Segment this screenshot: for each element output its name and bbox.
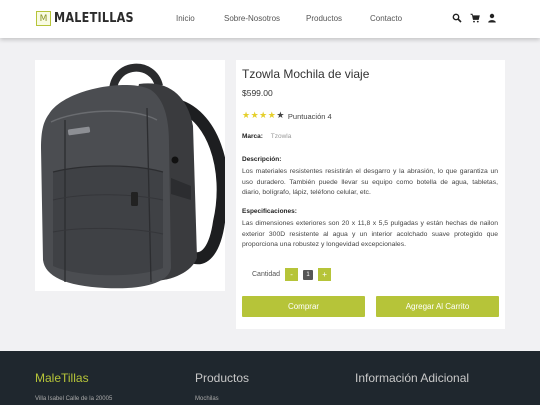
specs-label: Especificaciones: [242, 208, 297, 215]
quantity-stepper: Cantidad - 1 + [252, 268, 332, 281]
star-icon: ★ [250, 111, 259, 121]
nav-link-sobre-nosotros[interactable]: Sobre-Nosotros [224, 14, 280, 23]
logo-mark: M [36, 11, 51, 26]
footer-info-title: Información Adicional [355, 371, 470, 385]
footer-products-title: Productos [195, 371, 250, 385]
user-icon[interactable] [487, 13, 497, 23]
product-info-card: Tzowla Mochila de viaje $599.00 ★ ★ ★ ★ … [236, 60, 505, 329]
product-image [35, 60, 229, 291]
footer-products-first[interactable]: Mochilas [195, 396, 219, 402]
nav-link-productos[interactable]: Productos [306, 14, 342, 23]
quantity-label: Cantidad [252, 271, 281, 278]
brand-label: Marca: [242, 133, 263, 140]
product-title: Tzowla Mochila de viaje [242, 67, 370, 81]
star-icon: ★ [242, 111, 251, 121]
quantity-value: 1 [303, 269, 314, 280]
search-icon[interactable] [452, 13, 462, 23]
logo-text: MALETILLAS [54, 11, 134, 26]
rating: ★ ★ ★ ★ ★ Puntuación 4 [242, 111, 332, 121]
description-text: Los materiales resistentes resistirán el… [242, 168, 498, 196]
quantity-decrease-button[interactable]: - [285, 268, 299, 281]
quantity-increase-button[interactable]: + [318, 268, 332, 281]
nav-link-contacto[interactable]: Contacto [370, 14, 402, 23]
brand-value: Tzowla [270, 133, 292, 140]
backpack-image [41, 63, 229, 289]
brand-row: Marca: Tzowla [242, 133, 291, 140]
star-icon: ★ [259, 111, 268, 121]
star-empty-icon: ★ [276, 111, 285, 121]
description-label: Descripción: [242, 156, 282, 163]
footer-brand: MaleTillas [35, 371, 89, 385]
footer-address: Villa Isabel Calle de la 20005 [35, 396, 113, 402]
star-icon: ★ [267, 111, 276, 121]
add-to-cart-button[interactable]: Agregar Al Carrito [376, 296, 499, 317]
logo[interactable]: M MALETILLAS [36, 11, 147, 26]
cart-icon[interactable] [470, 13, 480, 23]
nav-link-inicio[interactable]: Inicio [176, 14, 195, 23]
footer: MaleTillas Productos Información Adicion… [0, 351, 540, 405]
buy-button[interactable]: Comprar [242, 296, 365, 317]
navbar: M MALETILLAS Inicio Sobre-Nosotros Produ… [0, 0, 540, 38]
specs-text: Las dimensiones exteriores son 20 x 11,8… [242, 220, 498, 248]
product-price: $599.00 [242, 88, 273, 98]
rating-label: Puntuación 4 [287, 111, 332, 121]
